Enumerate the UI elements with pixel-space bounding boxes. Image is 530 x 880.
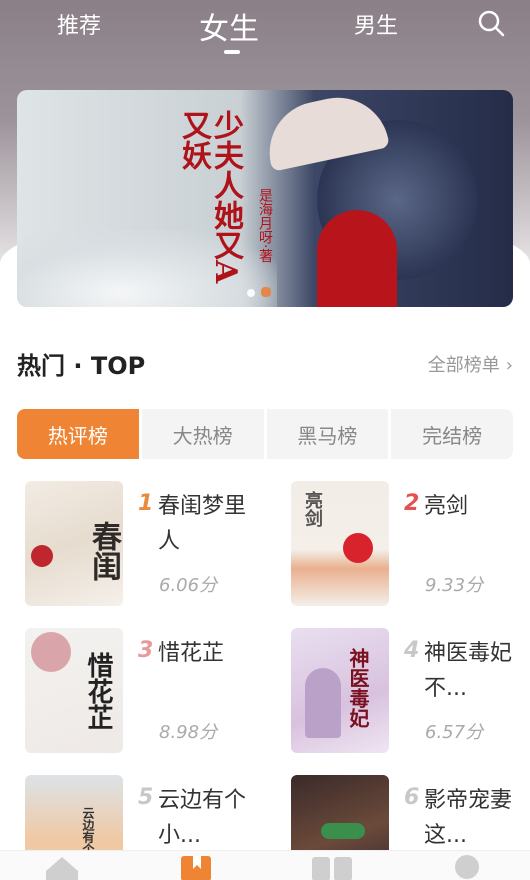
book-cover[interactable]: 亮剑 <box>291 481 389 606</box>
book-title: 影帝宠妻这... <box>424 788 513 848</box>
book-item[interactable]: 亮剑 2 亮剑 9.33分 <box>291 481 530 611</box>
banner-author: 是海月呀·著 <box>257 188 273 263</box>
book-item[interactable]: 春闺 1 春闺梦里人 6.06分 <box>25 481 275 611</box>
book-cover[interactable]: 惜花芷 <box>25 628 123 753</box>
book-cover[interactable]: 春闺 <box>25 481 123 606</box>
tab-female[interactable]: 女生 <box>199 4 259 48</box>
bookmark-icon[interactable] <box>180 855 212 880</box>
tab-male[interactable]: 男生 <box>354 8 398 40</box>
book-item[interactable]: 惜花芷 3 惜花芷 8.98分 <box>25 628 275 758</box>
book-rank: 4 <box>404 638 420 663</box>
bookshelf-icon[interactable] <box>311 855 353 880</box>
book-rank: 1 <box>138 491 154 516</box>
cover-title: 亮剑 <box>302 491 323 527</box>
book-item[interactable]: 神医毒妃 4 神医毒妃不... 6.57分 <box>291 628 530 758</box>
cover-flowers <box>31 632 71 672</box>
book-title: 神医毒妃不... <box>424 641 513 701</box>
banner-carousel[interactable]: 少夫人她又A又妖 是海月呀·著 <box>17 90 513 307</box>
top-navigation: 推荐 女生 男生 <box>0 0 530 60</box>
book-title: 云边有个小... <box>158 788 247 848</box>
search-icon[interactable] <box>477 9 505 37</box>
section-title: 热门 · TOP <box>17 352 146 380</box>
cover-title: 惜花芷 <box>83 652 113 730</box>
banner-art-figure <box>317 210 397 307</box>
book-score: 9.33分 <box>425 575 484 596</box>
carousel-dots <box>247 282 277 301</box>
book-score: 6.57分 <box>425 722 484 743</box>
tab-recommend[interactable]: 推荐 <box>57 8 101 40</box>
banner-title: 少夫人她又A又妖 <box>176 110 243 284</box>
cover-title: 春闺 <box>86 521 121 581</box>
bottom-tab-bar <box>0 850 530 880</box>
book-title: 惜花芷 <box>158 641 225 666</box>
carousel-dot-active[interactable] <box>261 287 271 297</box>
ranking-tabs: 热评榜 大热榜 黑马榜 完结榜 <box>17 409 513 459</box>
all-rankings-label: 全部榜单 <box>427 355 500 376</box>
cover-title: 神医毒妃 <box>346 648 370 728</box>
tab-big-hot[interactable]: 大热榜 <box>141 409 264 459</box>
carousel-dot[interactable] <box>247 289 255 297</box>
active-tab-indicator <box>224 50 240 54</box>
cover-seal <box>31 545 53 567</box>
book-rank: 5 <box>138 785 154 810</box>
book-cover[interactable]: 神医毒妃 <box>291 628 389 753</box>
cover-sun <box>343 533 373 563</box>
book-rank: 3 <box>138 638 154 663</box>
profile-icon[interactable] <box>453 855 481 880</box>
cover-figure <box>305 668 341 738</box>
tab-hot-review[interactable]: 热评榜 <box>17 409 139 459</box>
tab-completed[interactable]: 完结榜 <box>391 409 513 459</box>
book-rank: 6 <box>404 785 420 810</box>
book-score: 6.06分 <box>159 575 218 596</box>
cover-badge <box>321 823 365 839</box>
book-score: 8.98分 <box>159 722 218 743</box>
home-icon[interactable] <box>44 855 80 880</box>
section-header: 热门 · TOP 全部榜单 › <box>17 346 513 382</box>
book-title: 春闺梦里人 <box>158 494 247 554</box>
tab-dark-horse[interactable]: 黑马榜 <box>266 409 389 459</box>
all-rankings-link[interactable]: 全部榜单 › <box>428 351 513 377</box>
book-title: 亮剑 <box>424 494 469 519</box>
book-rank: 2 <box>404 491 420 516</box>
chevron-right-icon: › <box>505 355 513 376</box>
